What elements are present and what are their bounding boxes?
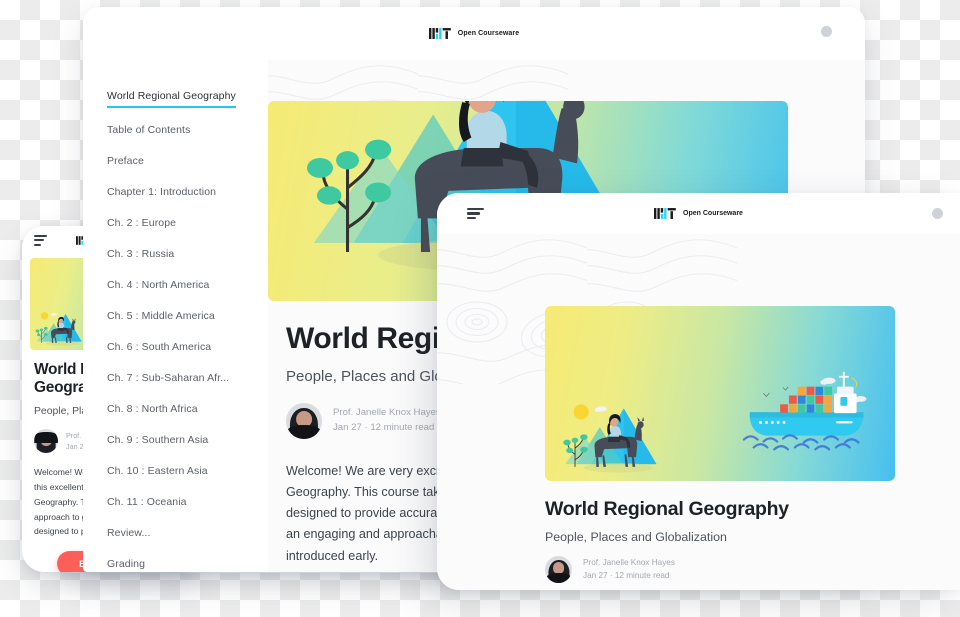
sidebar-item-preface[interactable]: Preface xyxy=(107,155,268,168)
sidebar-item-chapter-2[interactable]: Ch. 2 : Europe xyxy=(107,217,268,230)
sidebar-item-chapter-9[interactable]: Ch. 9 : Southern Asia xyxy=(107,434,268,447)
sidebar-item-chapter-3[interactable]: Ch. 3 : Russia xyxy=(107,248,268,261)
mit-logo-icon xyxy=(654,208,678,219)
author-avatar xyxy=(545,556,572,583)
sidebar-item-chapter-1[interactable]: Chapter 1: Introduction xyxy=(107,186,268,199)
desktop-author-name: Prof. Janelle Knox Hayes xyxy=(333,407,441,419)
tablet-article: World Regional Geography People, Places … xyxy=(545,498,925,590)
sidebar-item-chapter-5[interactable]: Ch. 5 : Middle America xyxy=(107,310,268,323)
cargo-ship-illustration xyxy=(738,338,885,475)
tablet-article-subtitle: People, Places and Globalization xyxy=(545,530,727,544)
sidebar-item-chapter-11[interactable]: Ch. 11 : Oceania xyxy=(107,496,268,509)
desktop-top-bar: Open Courseware xyxy=(83,7,865,60)
tablet-article-meta: Jan 27 · 12 minute read xyxy=(583,570,670,580)
hamburger-icon[interactable] xyxy=(467,207,484,220)
sidebar-item-chapter-8[interactable]: Ch. 8 : North Africa xyxy=(107,403,268,416)
sidebar-item-grading[interactable]: Grading xyxy=(107,558,268,571)
tablet-body: World Regional Geography People, Places … xyxy=(437,234,960,590)
brand-logo-text: Open Courseware xyxy=(683,210,743,217)
tablet-author-name: Prof. Janelle Knox Hayes xyxy=(583,557,675,567)
tablet-top-bar: Open Courseware xyxy=(437,193,960,234)
author-avatar xyxy=(34,429,58,454)
sidebar-item-chapter-4[interactable]: Ch. 4 : North America xyxy=(107,279,268,292)
desktop-sidebar: World Regional Geography Table of Conten… xyxy=(83,60,268,572)
llama-scene-illustration xyxy=(552,306,703,481)
mit-logo-icon xyxy=(429,28,453,39)
sidebar-item-chapter-6[interactable]: Ch. 6 : South America xyxy=(107,341,268,354)
user-avatar-dot[interactable] xyxy=(932,208,943,219)
transparency-canvas: Open Courseware World Regional Geography… xyxy=(0,0,960,617)
sidebar-item-chapter-7[interactable]: Ch. 7 : Sub-Saharan Afr... xyxy=(107,372,268,385)
tablet-hero-illustration xyxy=(545,306,895,481)
tablet-byline: Prof. Janelle Knox Hayes Jan 27 · 12 min… xyxy=(545,556,925,583)
author-avatar xyxy=(286,403,322,439)
sidebar-item-world-regional-geography[interactable]: World Regional Geography xyxy=(107,90,236,108)
sidebar-item-review[interactable]: Review... xyxy=(107,527,268,540)
desktop-article-meta: Jan 27 · 12 minute read xyxy=(333,422,435,433)
hamburger-icon[interactable] xyxy=(34,234,47,246)
tablet-mockup: Open Courseware World Regional Geography… xyxy=(437,193,960,590)
tablet-brand-logo[interactable]: Open Courseware xyxy=(654,208,743,219)
tablet-article-title: World Regional Geography xyxy=(545,498,789,520)
sidebar-item-table-of-contents[interactable]: Table of Contents xyxy=(107,124,268,137)
desktop-brand-logo[interactable]: Open Courseware xyxy=(429,28,519,39)
sidebar-item-chapter-10[interactable]: Ch. 10 : Eastern Asia xyxy=(107,465,268,478)
brand-logo-text: Open Courseware xyxy=(457,30,520,37)
user-avatar-dot[interactable] xyxy=(821,26,832,37)
